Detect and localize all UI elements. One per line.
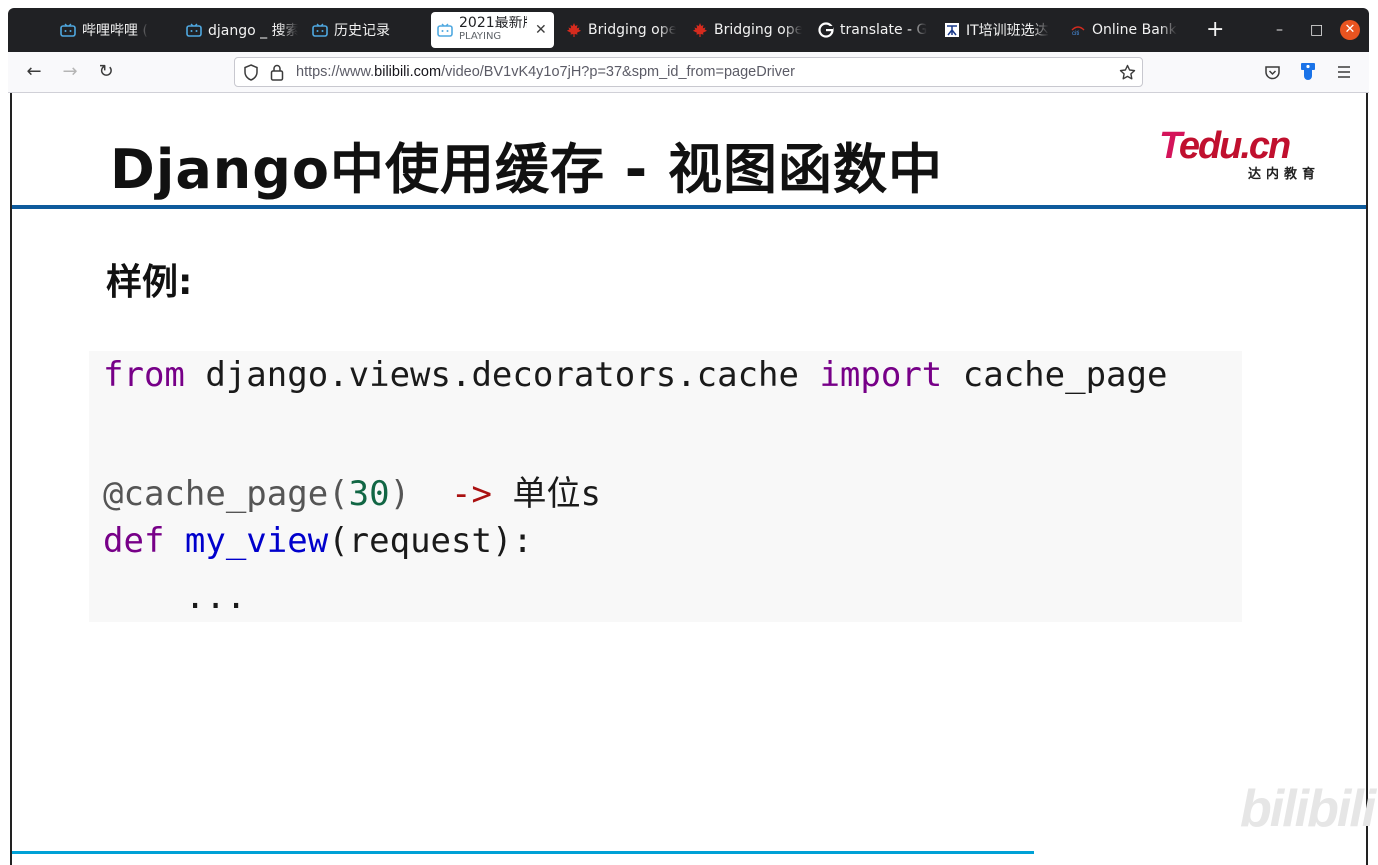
code-line-def: def my_view(request): bbox=[103, 521, 533, 561]
tab-bilibili-home[interactable]: 哔哩哔哩 ( bbox=[60, 12, 170, 48]
code-line-import: from django.views.decorators.cache impor… bbox=[103, 355, 1167, 395]
decorator-close: ) bbox=[389, 474, 452, 514]
decorator-arg: 30 bbox=[348, 474, 390, 514]
url-prefix: https://www. bbox=[296, 64, 375, 80]
function-name: my_view bbox=[164, 521, 329, 561]
code-line-decorator: @cache_page(30) -> 单位s bbox=[103, 466, 601, 515]
back-button[interactable]: ← bbox=[22, 60, 46, 84]
logo-wordmark: Tedu.cn bbox=[1159, 127, 1324, 165]
logo-subtitle: 达内教育 bbox=[1247, 167, 1320, 182]
tab-label: translate - G bbox=[840, 22, 928, 38]
bilibili-icon bbox=[60, 23, 76, 37]
tab-label: django _ 搜索 bbox=[208, 23, 298, 39]
tab-translate[interactable]: translate - G bbox=[818, 12, 930, 48]
bookmark-star-icon[interactable] bbox=[1119, 64, 1136, 81]
title-divider bbox=[12, 205, 1366, 209]
maximize-button[interactable]: □ bbox=[1310, 22, 1323, 38]
tab-strip: 哔哩哔哩 ( django _ 搜索 历史记录 2021最新版 PLAYING … bbox=[8, 8, 1369, 52]
url-text[interactable]: https://www.bilibili.com/video/BV1vK4y1o… bbox=[296, 64, 795, 80]
slide-title: Django中使用缓存 - 视图函数中 bbox=[110, 138, 943, 201]
minimize-button[interactable]: – bbox=[1276, 22, 1283, 38]
tab-online-bank[interactable]: citi Online Bank bbox=[1070, 12, 1182, 48]
url-host: bilibili.com bbox=[374, 64, 442, 80]
tab-django-search[interactable]: django _ 搜索 bbox=[186, 12, 298, 48]
tab-label: Bridging ope bbox=[714, 22, 802, 38]
pocket-icon[interactable] bbox=[1264, 64, 1281, 81]
bilibili-icon bbox=[186, 23, 202, 37]
tab-label: Bridging ope bbox=[588, 22, 676, 38]
keyword-import: import bbox=[819, 355, 943, 395]
tab-bridging-1[interactable]: Bridging ope bbox=[566, 12, 676, 48]
module-path: django.views.decorators.cache bbox=[184, 355, 820, 395]
tab-bridging-2[interactable]: Bridging ope bbox=[692, 12, 802, 48]
forward-button[interactable]: → bbox=[58, 60, 82, 84]
close-tab-icon[interactable]: ✕ bbox=[535, 22, 547, 38]
logo-word-rest: edu.cn bbox=[1178, 125, 1291, 167]
bilibili-icon bbox=[437, 23, 453, 37]
video-frame[interactable]: Django中使用缓存 - 视图函数中 Tedu.cn 达内教育 样例: fro… bbox=[10, 93, 1376, 865]
navigation-toolbar: ← → ↻ https://www.bilibili.com/video/BV1… bbox=[8, 52, 1369, 93]
tab-active-video[interactable]: 2021最新版 PLAYING ✕ bbox=[431, 12, 554, 48]
section-heading: 样例: bbox=[106, 262, 193, 303]
video-progress-bar[interactable] bbox=[12, 851, 1034, 854]
maple-leaf-icon bbox=[566, 23, 581, 37]
lock-icon[interactable] bbox=[269, 64, 285, 81]
tab-label: IT培训班选达 bbox=[966, 23, 1049, 39]
extension-icon[interactable] bbox=[1299, 62, 1317, 82]
svg-text:citi: citi bbox=[1072, 31, 1079, 37]
bilibili-watermark: bilibili bbox=[1240, 780, 1376, 838]
unit-note: 单位s bbox=[491, 474, 601, 514]
tab-label: Online Bank bbox=[1092, 22, 1177, 38]
tab-label: 哔哩哔哩 ( bbox=[82, 23, 148, 39]
new-tab-button[interactable]: + bbox=[1206, 18, 1224, 42]
tab-label: 历史记录 bbox=[334, 23, 390, 39]
function-params: (request): bbox=[328, 521, 533, 561]
reload-button[interactable]: ↻ bbox=[94, 60, 118, 84]
it-training-icon bbox=[945, 23, 959, 37]
url-path: /video/BV1vK4y1o7jH?p=37&spm_id_from=pag… bbox=[441, 64, 795, 80]
keyword-from: from bbox=[103, 355, 185, 395]
shield-icon[interactable] bbox=[243, 64, 259, 81]
tedu-logo: Tedu.cn 达内教育 bbox=[1159, 127, 1324, 182]
arrow-annotation: -> bbox=[451, 474, 492, 514]
tab-it-training[interactable]: IT培训班选达 bbox=[944, 12, 1054, 48]
decorator-name: @cache_page( bbox=[103, 474, 349, 514]
code-line-body: ... bbox=[103, 577, 247, 617]
citi-icon: citi bbox=[1071, 26, 1085, 37]
google-icon bbox=[818, 22, 834, 38]
menu-icon[interactable] bbox=[1336, 65, 1352, 79]
address-bar[interactable]: https://www.bilibili.com/video/BV1vK4y1o… bbox=[234, 57, 1143, 87]
tab-history[interactable]: 历史记录 bbox=[312, 12, 422, 48]
bilibili-icon bbox=[312, 23, 328, 37]
tab-label: 2021最新版 bbox=[459, 16, 527, 30]
logo-letter-t: T bbox=[1159, 125, 1181, 167]
close-window-button[interactable]: ✕ bbox=[1340, 20, 1360, 40]
tab-playing-badge: PLAYING bbox=[459, 31, 502, 42]
import-name: cache_page bbox=[942, 355, 1168, 395]
maple-leaf-icon bbox=[692, 23, 707, 37]
code-block: from django.views.decorators.cache impor… bbox=[89, 351, 1242, 622]
keyword-def: def bbox=[103, 521, 165, 561]
